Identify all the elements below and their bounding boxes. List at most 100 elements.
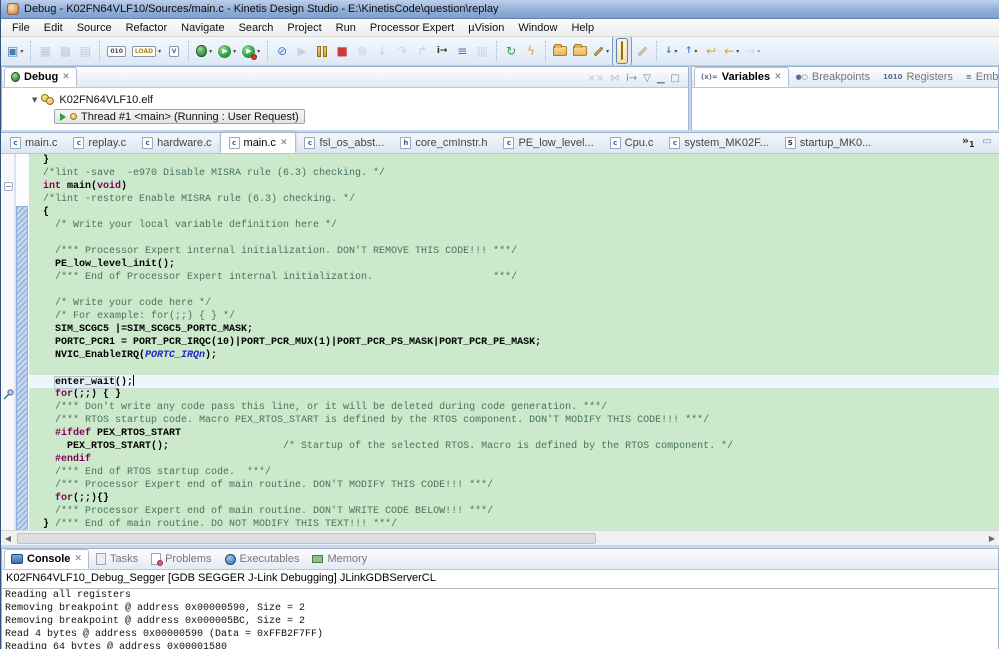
- highlight-toggle-button[interactable]: [612, 37, 633, 65]
- scroll-left-arrow[interactable]: ◀: [1, 532, 15, 545]
- dropdown-arrow-icon[interactable]: ▾: [606, 48, 609, 55]
- editor-tab-core_cmInstrh[interactable]: h core_cmInstr.h: [392, 132, 495, 153]
- run-configurations-button[interactable]: ▶ ▾: [240, 43, 262, 60]
- menu-window[interactable]: Window: [511, 21, 564, 35]
- menu-run[interactable]: Run: [329, 21, 363, 35]
- maximize-view-button[interactable]: □: [671, 73, 680, 84]
- menu-refactor[interactable]: Refactor: [119, 21, 175, 35]
- menu-navigate[interactable]: Navigate: [174, 21, 231, 35]
- uvision-button[interactable]: V: [165, 44, 183, 59]
- tab-console[interactable]: Console ✕: [4, 549, 89, 569]
- tree-item-elf[interactable]: ▼ K02FN64VLF10.elf: [2, 92, 688, 107]
- tab-memory[interactable]: Memory: [306, 549, 373, 569]
- tab-embsys-regi[interactable]: ≡EmbSys Regi: [960, 67, 998, 87]
- skip-all-breakpoints-button[interactable]: ⊘: [273, 42, 291, 60]
- step-return-button[interactable]: ↱: [413, 42, 431, 60]
- editor-tab-PE_low_level[interactable]: c PE_low_level...: [495, 132, 601, 153]
- step-into-button[interactable]: ↓: [373, 42, 391, 60]
- back-button[interactable]: ← ▾: [722, 42, 741, 60]
- next-annotation-button[interactable]: ↓ ▾: [662, 44, 680, 58]
- editor-tab-Cpuc[interactable]: c Cpu.c: [602, 132, 662, 153]
- menu-help[interactable]: Help: [564, 21, 601, 35]
- editor-tab-startup_MK0[interactable]: Sstartup_MK0...: [777, 132, 880, 153]
- instruction-stepping-button[interactable]: i→: [433, 44, 451, 58]
- view-menu-button[interactable]: ▽: [643, 73, 651, 84]
- close-icon[interactable]: ✕: [62, 72, 70, 82]
- tab-registers[interactable]: 1010 Registers: [877, 67, 959, 87]
- open-resource-button[interactable]: [571, 44, 589, 58]
- dropdown-arrow-icon[interactable]: ▾: [209, 48, 212, 55]
- print-button[interactable]: ▤: [76, 42, 94, 60]
- editor-tab-replayc[interactable]: c replay.c: [65, 132, 134, 153]
- restart-button[interactable]: ↻: [502, 42, 520, 60]
- resume-button[interactable]: ▶: [293, 42, 311, 60]
- tab-breakpoints[interactable]: ●○ Breakpoints: [790, 67, 876, 87]
- window-icon[interactable]: [7, 3, 19, 15]
- open-element-button[interactable]: [551, 44, 569, 58]
- scrollbar-thumb[interactable]: [17, 533, 596, 544]
- code-editor[interactable]: } /*lint -save -e970 Disable MISRA rule (…: [29, 154, 999, 530]
- terminate-button[interactable]: ■: [333, 42, 351, 60]
- title-bar[interactable]: Debug - K02FN64VLF10/Sources/main.c - Ki…: [1, 0, 999, 19]
- minimize-view-button[interactable]: ▁: [657, 73, 665, 84]
- marker-ruler[interactable]: −: [1, 154, 15, 530]
- close-icon[interactable]: ✕: [74, 554, 82, 564]
- disconnect-button[interactable]: ⊗: [353, 42, 371, 60]
- console-output[interactable]: Reading all registers Removing breakpoint…: [2, 589, 998, 649]
- dropdown-arrow-icon[interactable]: ▾: [20, 48, 23, 55]
- step-over-button[interactable]: ↷: [393, 42, 411, 60]
- menu-search[interactable]: Search: [232, 21, 281, 35]
- menu-project[interactable]: Project: [280, 21, 328, 35]
- menu-µvision[interactable]: µVision: [461, 21, 511, 35]
- chevron-down-icon[interactable]: ▼: [32, 96, 37, 104]
- horizontal-scrollbar[interactable]: ◀ ▶: [1, 530, 999, 545]
- remove-all-terminated-button[interactable]: ××: [587, 73, 604, 84]
- forward-button[interactable]: → ▾: [743, 42, 762, 60]
- suspend-button[interactable]: [313, 44, 331, 59]
- disconnect-session-button[interactable]: ⋈: [610, 73, 620, 84]
- editor-tab-hardwarec[interactable]: c hardware.c: [134, 132, 219, 153]
- menu-processor-expert[interactable]: Processor Expert: [363, 21, 461, 35]
- minimize-editor-icon[interactable]: ▭: [983, 136, 992, 147]
- tab-variables[interactable]: (x)= Variables ✕: [694, 67, 789, 87]
- dropdown-arrow-icon[interactable]: ▾: [736, 48, 739, 55]
- menu-file[interactable]: File: [5, 21, 37, 35]
- tab-tasks[interactable]: Tasks: [90, 549, 144, 569]
- dropdown-arrow-icon[interactable]: ▾: [694, 48, 697, 55]
- scroll-right-arrow[interactable]: ▶: [985, 532, 999, 545]
- flash-load-button[interactable]: LOAD ▾: [130, 44, 163, 59]
- instruction-stepping-mode-button[interactable]: i→: [626, 73, 637, 84]
- tab-debug[interactable]: Debug ✕: [4, 67, 77, 87]
- editor-tab-system_MK02F[interactable]: c system_MK02F...: [661, 132, 776, 153]
- save-all-button[interactable]: ▩: [56, 42, 74, 60]
- run-button[interactable]: ▶ ▾: [216, 43, 238, 60]
- new-wizard-button[interactable]: ▣ ▾: [5, 42, 25, 60]
- tab-executables[interactable]: Executables: [219, 549, 306, 569]
- editor-tab-mainc[interactable]: c main.c ✕: [219, 132, 297, 153]
- flash-device-button[interactable]: ϟ: [522, 42, 540, 60]
- debug-button[interactable]: ▾: [194, 43, 214, 59]
- save-button[interactable]: ▦: [36, 42, 54, 60]
- menu-edit[interactable]: Edit: [37, 21, 70, 35]
- dropdown-arrow-icon[interactable]: ▾: [233, 48, 236, 55]
- tree-item-thread[interactable]: Thread #1 <main> (Running : User Request…: [2, 109, 688, 124]
- dropdown-arrow-icon[interactable]: ▾: [674, 48, 677, 55]
- variables-content[interactable]: [692, 88, 998, 130]
- toggle-mark-occurrences-button[interactable]: ▾: [591, 46, 611, 57]
- close-icon[interactable]: ✕: [774, 72, 782, 82]
- trace-control-button[interactable]: ▥: [473, 42, 491, 60]
- fold-collapse-icon[interactable]: −: [4, 182, 13, 191]
- menu-source[interactable]: Source: [70, 21, 119, 35]
- thread-selected-row[interactable]: Thread #1 <main> (Running : User Request…: [54, 109, 305, 124]
- previous-annotation-button[interactable]: ↑ ▾: [682, 44, 700, 58]
- binary-utility-button[interactable]: 010: [105, 44, 128, 59]
- debug-console-button[interactable]: ≡: [453, 42, 471, 60]
- tab-problems[interactable]: Problems: [145, 549, 217, 569]
- editor-tab-fsl_os_abst[interactable]: c fsl_os_abst...: [296, 132, 392, 153]
- dropdown-arrow-icon[interactable]: ▾: [158, 48, 161, 55]
- dropdown-arrow-icon[interactable]: ▾: [757, 48, 760, 55]
- last-edit-location-button[interactable]: ↩: [702, 42, 720, 60]
- dropdown-arrow-icon[interactable]: ▾: [257, 48, 260, 55]
- close-icon[interactable]: ✕: [280, 138, 288, 148]
- tab-overflow-chevron[interactable]: »1: [962, 134, 975, 149]
